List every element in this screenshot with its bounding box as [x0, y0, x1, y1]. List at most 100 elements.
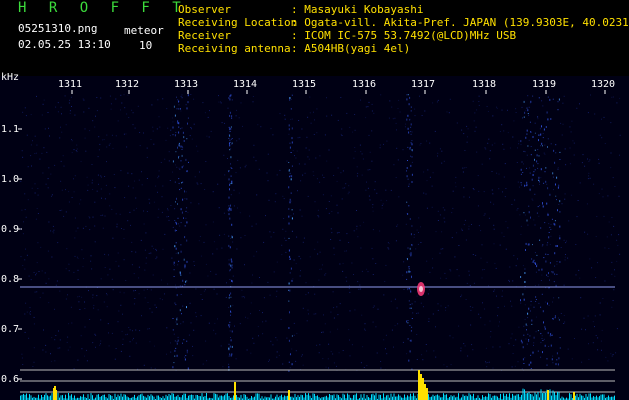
noise-speck [159, 298, 161, 300]
noise-speck [222, 366, 224, 368]
noise-speck [333, 254, 335, 256]
level-bar [585, 394, 587, 400]
noise-speck [480, 317, 482, 319]
noise-speck [364, 328, 366, 330]
noise-speck [114, 187, 116, 189]
noise-speck [499, 346, 501, 348]
band-speck [525, 249, 526, 251]
noise-speck [208, 322, 210, 324]
band-speck [180, 108, 181, 109]
noise-speck [49, 135, 50, 137]
noise-speck [106, 293, 107, 295]
noise-speck [193, 329, 195, 331]
x-tick-label: 1318 [472, 79, 497, 90]
noise-speck [540, 177, 542, 179]
noise-speck [450, 270, 452, 272]
noise-speck [293, 213, 294, 215]
level-bar [462, 394, 464, 400]
noise-speck [83, 111, 85, 113]
noise-speck [602, 298, 604, 299]
level-bar [197, 395, 198, 400]
noise-speck [371, 103, 373, 105]
level-bar [399, 395, 401, 400]
noise-speck [152, 274, 154, 276]
noise-speck [325, 273, 327, 274]
noise-speck [466, 141, 468, 143]
noise-speck [133, 290, 135, 292]
noise-speck [611, 273, 613, 275]
band-speck [172, 134, 174, 136]
noise-speck [368, 101, 370, 103]
noise-speck [376, 192, 378, 194]
noise-speck [594, 315, 596, 317]
band-speck [410, 106, 412, 108]
noise-speck [132, 330, 133, 332]
level-bar [173, 393, 174, 400]
noise-speck [562, 123, 564, 125]
band-speck [527, 145, 529, 147]
noise-speck [104, 253, 106, 255]
noise-speck [354, 150, 356, 152]
noise-speck [611, 96, 613, 98]
noise-speck [560, 247, 562, 248]
noise-speck [63, 165, 65, 167]
band-speck [186, 198, 188, 200]
noise-speck [493, 224, 495, 226]
band-speck [542, 244, 544, 246]
noise-speck [25, 115, 27, 117]
noise-speck [64, 95, 66, 97]
noise-speck [416, 295, 418, 297]
noise-speck [494, 142, 496, 144]
noise-speck [43, 147, 45, 149]
level-bar [192, 395, 194, 400]
noise-speck [599, 314, 601, 316]
noise-speck [66, 248, 68, 250]
noise-speck [204, 289, 206, 291]
noise-speck [322, 358, 324, 360]
band-speck [544, 222, 546, 224]
noise-speck [345, 276, 347, 278]
noise-speck [45, 351, 47, 353]
band-speck [186, 349, 188, 352]
band-speck [538, 155, 540, 157]
noise-speck [354, 147, 356, 148]
noise-speck [513, 255, 515, 257]
band-speck [543, 182, 545, 184]
noise-speck [89, 319, 91, 320]
noise-speck [603, 116, 605, 118]
noise-speck [610, 353, 612, 355]
noise-speck [499, 321, 500, 323]
band-speck [539, 239, 541, 241]
noise-speck [467, 128, 469, 130]
level-bar [347, 393, 348, 400]
level-bar [329, 394, 330, 400]
level-bar [569, 393, 570, 400]
band-speck [535, 301, 537, 302]
noise-speck [123, 292, 125, 294]
noise-speck [316, 178, 318, 180]
level-bar [189, 395, 191, 400]
noise-speck [366, 181, 367, 183]
noise-speck [165, 139, 167, 141]
noise-speck [29, 307, 31, 309]
band-speck [175, 242, 177, 244]
noise-speck [116, 226, 118, 228]
noise-speck [82, 227, 84, 229]
band-speck [176, 197, 177, 200]
noise-speck [275, 337, 277, 339]
band-speck [231, 264, 233, 266]
band-speck [187, 117, 189, 119]
noise-speck [96, 190, 98, 192]
level-bar [200, 396, 201, 400]
noise-speck [74, 175, 76, 177]
noise-speck [432, 172, 434, 174]
band-speck [180, 145, 182, 148]
band-speck [549, 279, 550, 281]
level-bar [527, 393, 528, 400]
noise-speck [193, 265, 195, 266]
noise-speck [54, 164, 56, 166]
noise-speck [210, 271, 212, 272]
noise-speck [482, 302, 483, 304]
noise-speck [269, 294, 271, 296]
level-bar [537, 392, 539, 400]
